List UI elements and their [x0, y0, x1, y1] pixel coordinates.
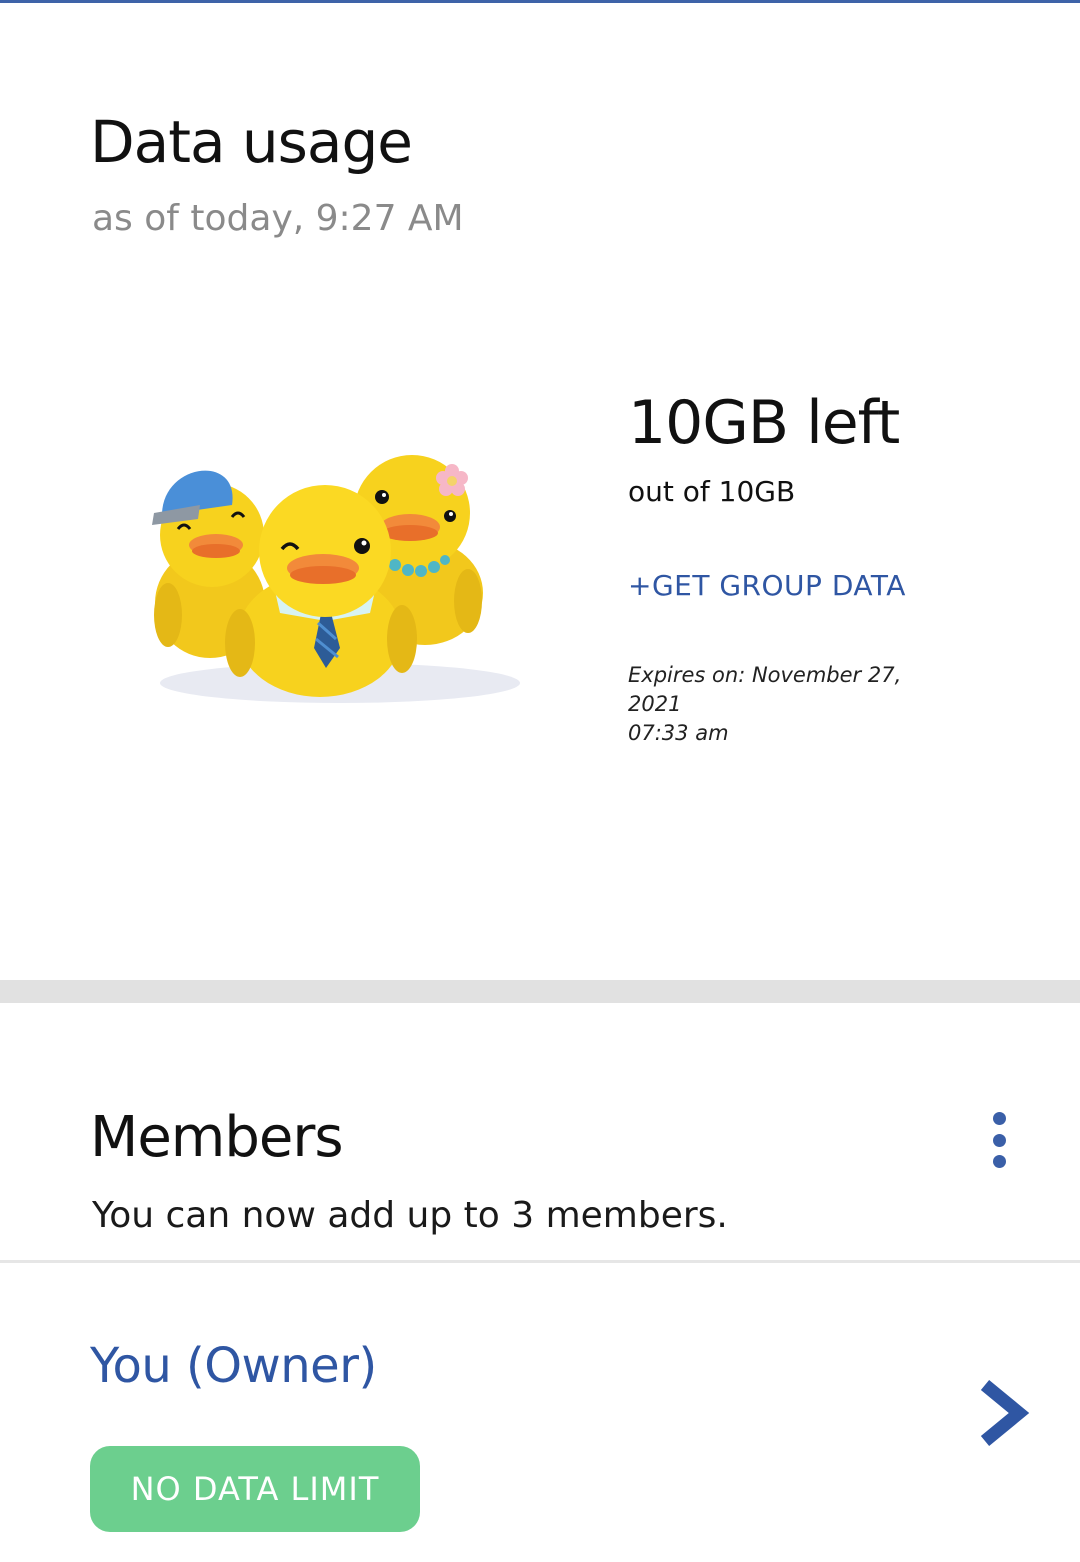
more-vertical-icon: [992, 1112, 1006, 1125]
members-title: Members: [90, 1105, 344, 1170]
more-options-button[interactable]: [976, 1110, 1022, 1170]
data-usage-timestamp: as of today, 9:27 AM: [92, 198, 464, 239]
data-usage-title: Data usage: [90, 108, 413, 176]
section-divider: [0, 980, 1080, 1003]
expiry-info: Expires on: November 27, 2021 07:33 am: [628, 661, 958, 748]
ducks-illustration: [152, 455, 520, 703]
data-limit-badge: NO DATA LIMIT: [90, 1446, 420, 1532]
data-total-amount: out of 10GB: [628, 475, 796, 508]
get-group-data-link[interactable]: +GET GROUP DATA: [628, 569, 906, 602]
more-vertical-icon-dot: [992, 1133, 1006, 1147]
chevron-right-icon[interactable]: [975, 1377, 1031, 1449]
expiry-time: 07:33 am: [628, 721, 729, 745]
member-row-owner[interactable]: You (Owner) NO DATA LIMIT: [0, 1263, 1080, 1562]
data-usage-section: Data usage as of today, 9:27 AM 10GB lef…: [0, 3, 1080, 980]
expiry-date: Expires on: November 27, 2021: [628, 663, 902, 716]
members-subtitle: You can now add up to 3 members.: [92, 1195, 728, 1236]
data-remaining-amount: 10GB left: [628, 388, 900, 458]
member-name: You (Owner): [90, 1338, 377, 1394]
more-vertical-icon-dot: [992, 1155, 1006, 1168]
